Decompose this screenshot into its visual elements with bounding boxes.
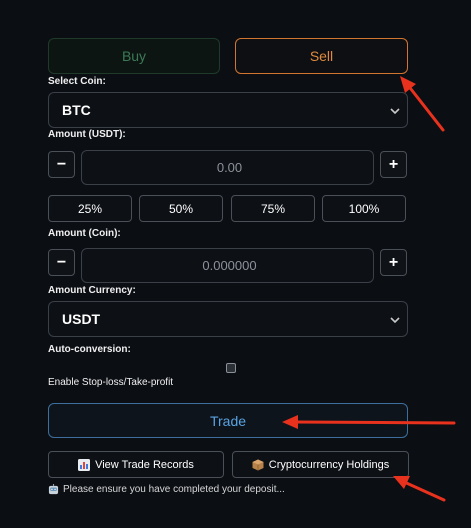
- currency-select-value: USDT: [62, 311, 101, 327]
- amount-coin-increment-button[interactable]: +: [380, 249, 407, 276]
- coin-select[interactable]: BTC: [48, 92, 408, 128]
- sell-button[interactable]: Sell: [235, 38, 408, 74]
- amount-usdt-increment-button[interactable]: +: [380, 151, 407, 178]
- amount-coin-decrement-button[interactable]: −: [48, 249, 75, 276]
- amount-coin-input[interactable]: 0.000000: [81, 248, 374, 283]
- view-trade-records-button[interactable]: View Trade Records: [48, 451, 224, 478]
- cryptocurrency-holdings-label: Cryptocurrency Holdings: [268, 458, 390, 471]
- annotation-arrow-holdings: [393, 476, 446, 502]
- view-trade-records-label: View Trade Records: [95, 458, 194, 471]
- amount-coin-label: Amount (Coin):: [48, 228, 121, 239]
- buy-button[interactable]: Buy: [48, 38, 220, 74]
- amount-usdt-decrement-button[interactable]: −: [48, 151, 75, 178]
- amount-currency-label: Amount Currency:: [48, 285, 136, 296]
- stop-loss-label: Enable Stop-loss/Take-profit: [48, 377, 174, 388]
- coin-select-value: BTC: [62, 102, 91, 118]
- percent-50-button[interactable]: 50%: [139, 195, 223, 222]
- select-coin-label: Select Coin:: [48, 76, 106, 87]
- robot-icon: [48, 484, 59, 495]
- currency-select[interactable]: USDT: [48, 301, 408, 337]
- percent-25-button[interactable]: 25%: [48, 195, 132, 222]
- percent-100-button[interactable]: 100%: [322, 195, 406, 222]
- trade-button[interactable]: Trade: [48, 403, 408, 438]
- deposit-notice-text: Please ensure you have completed your de…: [63, 484, 285, 495]
- stop-loss-checkbox[interactable]: [226, 363, 236, 373]
- chart-icon: [78, 458, 91, 471]
- chevron-down-icon: [390, 317, 400, 324]
- cryptocurrency-holdings-button[interactable]: Cryptocurrency Holdings: [232, 451, 409, 478]
- amount-usdt-input[interactable]: 0.00: [81, 150, 374, 185]
- percent-75-button[interactable]: 75%: [231, 195, 315, 222]
- auto-conversion-label: Auto-conversion:: [48, 344, 131, 355]
- amount-usdt-label: Amount (USDT):: [48, 129, 126, 140]
- chevron-down-icon: [390, 108, 400, 115]
- package-icon: [252, 459, 264, 470]
- deposit-notice: Please ensure you have completed your de…: [48, 484, 285, 495]
